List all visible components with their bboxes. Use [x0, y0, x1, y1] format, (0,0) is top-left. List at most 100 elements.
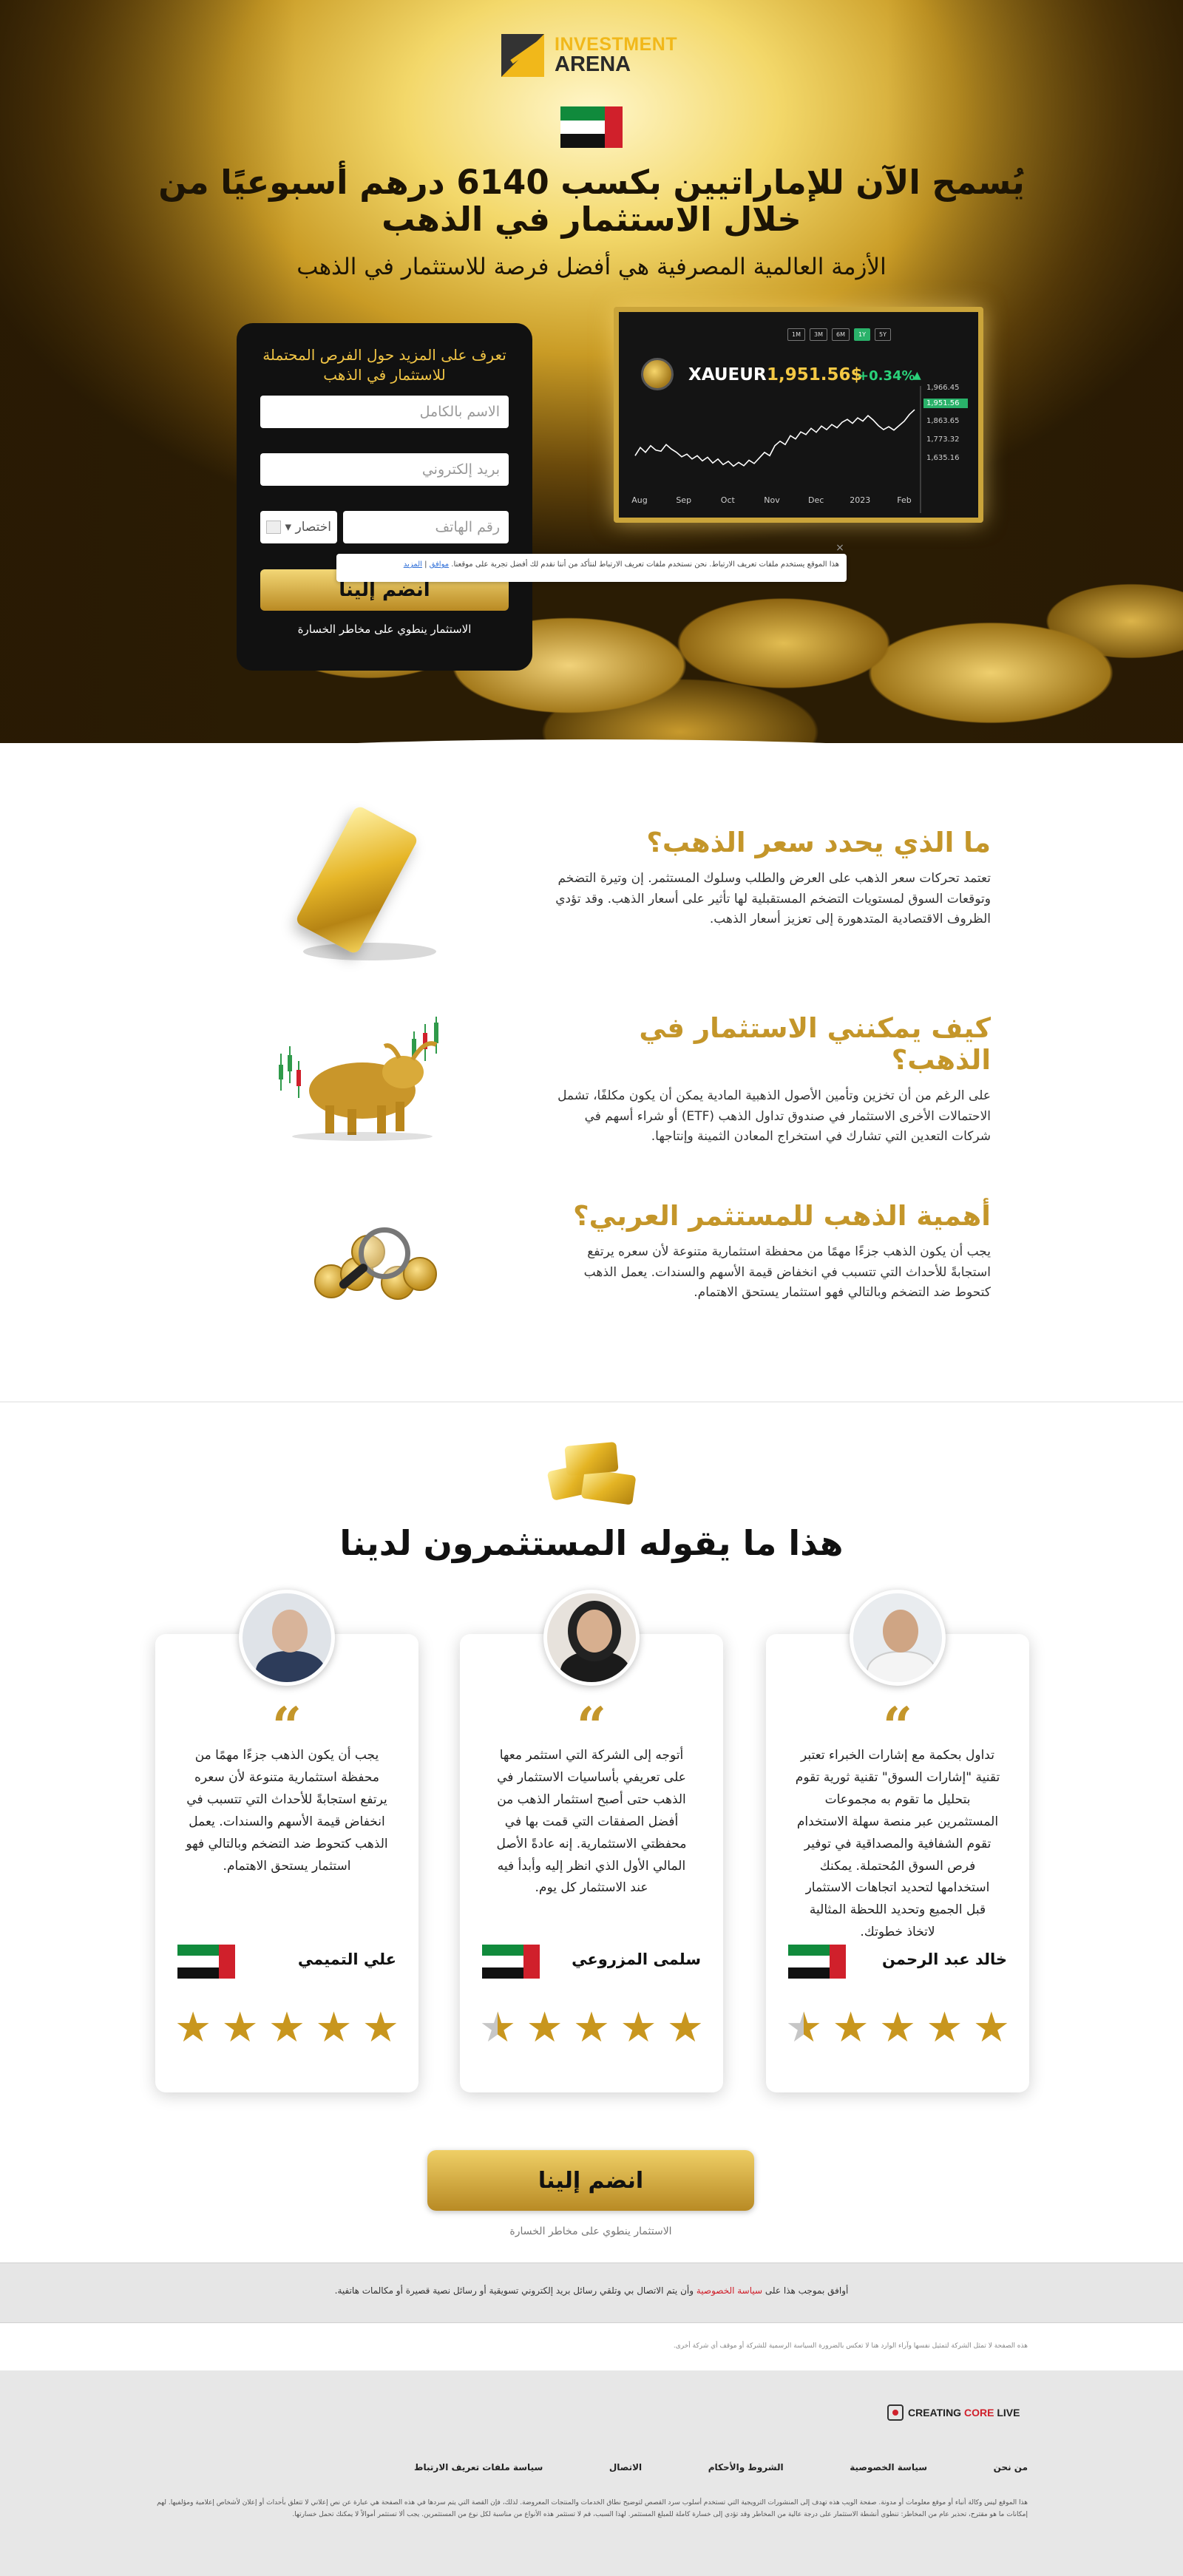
- info-body: يجب أن يكون الذهب جزءًا مهمًا من محفظة ا…: [583, 1244, 991, 1301]
- footer-links: من نحن سياسة الخصوصية الشروط والأحكام ال…: [414, 2462, 1028, 2472]
- price-series-line: [634, 409, 915, 467]
- y-tick-label: 1,966.45: [926, 384, 960, 392]
- gold-bars-icon: [542, 1437, 641, 1508]
- close-icon[interactable]: ×: [834, 542, 846, 554]
- y-tick-label: 1,635.16: [926, 454, 960, 462]
- star-icon: ★: [362, 2004, 399, 2052]
- site-logo[interactable]: INVESTMENT ARENA: [501, 33, 682, 78]
- star-icon: ★: [832, 2004, 870, 2052]
- testimonials-title: هذا ما يقوله المستثمرون لدينا: [339, 1523, 844, 1563]
- form-title: تعرف على المزيد حول الفرص المحتملة للاست…: [262, 346, 506, 384]
- cta-risk-note: الاستثمار ينطوي على مخاطر الخسارة: [509, 2226, 672, 2237]
- cta-join-button[interactable]: انضم إلينا: [427, 2150, 754, 2211]
- footer-link-privacy[interactable]: سياسة الخصوصية: [850, 2462, 927, 2472]
- info-heading: ما الذي يحدد سعر الذهب؟: [646, 827, 991, 858]
- consent-strip: أوافق بموجب هذا على سياسة الخصوصية وأن ي…: [0, 2263, 1183, 2323]
- half-star-icon: ★: [479, 2004, 517, 2052]
- x-tick-label: 2023: [850, 495, 870, 505]
- uae-flag-icon: [788, 1945, 846, 1982]
- footer-logo[interactable]: CREATING CORE LIVE: [887, 2402, 1028, 2424]
- avatar: [543, 1590, 640, 1686]
- footer-link-terms[interactable]: الشروط والأحكام: [708, 2462, 784, 2472]
- testimonial-name: خالد عبد الرحمن: [882, 1950, 1007, 1968]
- phone-input[interactable]: رقم الهاتف: [343, 511, 509, 543]
- cookie-more-link[interactable]: المزيد: [404, 560, 422, 569]
- email-input[interactable]: بريد إلكتروني: [260, 453, 509, 486]
- gold-coins-magnifier-image: [299, 1213, 440, 1309]
- privacy-policy-link[interactable]: سياسة الخصوصية: [696, 2285, 762, 2296]
- y-tick-label: 1,951.56: [926, 399, 960, 407]
- info-heading: كيف يمكنني الاستثمار في الذهب؟: [639, 1012, 991, 1076]
- cookie-notice: هذا الموقع يستخدم ملفات تعريف الارتباط. …: [336, 554, 847, 582]
- info-body: على الرغم من أن تخزين وتأمين الأصول الذه…: [557, 1088, 991, 1145]
- country-code-select[interactable]: ▾ اختصار: [260, 511, 337, 543]
- info-block: أهمية الذهب للمستثمر العربي؟ يجب أن يكون…: [547, 1200, 991, 1304]
- avatar: [239, 1590, 335, 1686]
- y-tick-label: 1,773.32: [926, 435, 960, 444]
- testimonial-card: “ تداول بحكمة مع إشارات الخبراء تعتبر تق…: [766, 1590, 1029, 2092]
- logo-chart-icon: [501, 34, 547, 77]
- footer-legal-text: هذا الموقع ليس وكالة أنباء أو موقع معلوم…: [157, 2499, 1028, 2518]
- hero-subtitle: الأزمة العالمية المصرفية هي أفضل فرصة لل…: [296, 254, 887, 280]
- price-line-chart: 1,966.45 1,951.56 1,863.65 1,773.32 1,635.16…: [631, 384, 968, 513]
- disclaimer-strip: هذه الصفحة لا تمثل الشركة لتمثيل نفسها و…: [0, 2323, 1183, 2370]
- logo-text: INVESTMENT ARENA: [555, 35, 677, 75]
- cookie-accept-link[interactable]: موافق: [430, 560, 449, 569]
- star-icon: ★: [572, 2004, 611, 2052]
- footer-logo-text: CREATING CORE LIVE: [908, 2407, 1020, 2419]
- x-tick-label: Nov: [764, 495, 780, 505]
- star-icon: ★: [926, 2004, 963, 2052]
- gold-bar-image: [294, 804, 436, 960]
- star-icon: ★: [315, 2004, 353, 2052]
- star-icon: ★: [268, 2004, 306, 2052]
- hero-title: يُسمح الآن للإماراتيين بكسب 6140 درهم أس…: [158, 163, 1025, 240]
- full-name-input[interactable]: الاسم بالكامل: [260, 396, 509, 428]
- country-flag-placeholder: [266, 521, 281, 534]
- testimonial-text: يجب أن يكون الذهب جزءًا مهمًا من محفظة ا…: [186, 1748, 388, 1874]
- footer-link-cookies[interactable]: سياسة ملفات تعريف الارتباط: [414, 2462, 543, 2472]
- testimonial-text: أتوجه إلى الشركة التي استثمر معها على تع…: [496, 1748, 687, 1896]
- star-rating: ★ ★ ★ ★ ★: [479, 2007, 704, 2049]
- testimonial-name: علي التميمي: [297, 1950, 396, 1968]
- star-icon: ★: [878, 2004, 917, 2052]
- testimonial-card: “ يجب أن يكون الذهب جزءًا مهمًا من محفظة…: [155, 1590, 418, 2092]
- form-risk-note: الاستثمار ينطوي على مخاطر الخسارة: [297, 623, 472, 636]
- gold-bull-image: [279, 1017, 438, 1141]
- x-tick-label: Aug: [631, 495, 647, 505]
- chevron-down-icon: ▾: [285, 520, 292, 535]
- logo-line-2: ARENA: [555, 52, 631, 76]
- disclaimer-text: هذه الصفحة لا تمثل الشركة لتمثيل نفسها و…: [673, 2342, 1028, 2350]
- cookie-text: هذا الموقع يستخدم ملفات تعريف الارتباط. …: [451, 560, 839, 569]
- star-rating: ★ ★ ★ ★ ★: [174, 2007, 399, 2049]
- info-body: تعتمد تحركات سعر الذهب على العرض والطلب …: [555, 871, 991, 927]
- testimonial-card: “ أتوجه إلى الشركة التي استثمر معها على …: [460, 1590, 723, 2092]
- uae-flag-icon: [177, 1945, 235, 1982]
- footer-link-about[interactable]: من نحن: [994, 2462, 1028, 2472]
- star-icon: ★: [174, 2004, 212, 2052]
- logo-icon: [887, 2404, 904, 2421]
- logo-line-1: INVESTMENT: [555, 34, 678, 55]
- avatar: [850, 1590, 946, 1686]
- gold-price-chart-card: 1M 3M 6M 1Y 5Y XAUEUR 1,951.56$ +0.34% ▲…: [614, 307, 983, 523]
- x-tick-label: Oct: [721, 495, 736, 505]
- star-icon: ★: [666, 2004, 704, 2052]
- y-tick-label: 1,863.65: [926, 417, 960, 425]
- footer-link-contact[interactable]: الاتصال: [609, 2462, 642, 2472]
- info-block: ما الذي يحدد سعر الذهب؟ تعتمد تحركات سعر…: [547, 827, 991, 930]
- uae-flag-icon: [482, 1945, 540, 1982]
- x-tick-label: Sep: [676, 495, 691, 505]
- star-icon: ★: [620, 2004, 657, 2052]
- lead-form-card: تعرف على المزيد حول الفرص المحتملة للاست…: [237, 323, 532, 671]
- star-icon: ★: [972, 2004, 1010, 2052]
- x-tick-label: Dec: [808, 495, 824, 505]
- info-heading: أهمية الذهب للمستثمر العربي؟: [573, 1200, 991, 1232]
- star-icon: ★: [526, 2004, 563, 2052]
- consent-text: أوافق بموجب هذا على سياسة الخصوصية وأن ي…: [334, 2285, 849, 2296]
- country-code-label: اختصار: [295, 520, 331, 535]
- x-tick-label: Feb: [897, 495, 911, 505]
- star-icon: ★: [221, 2004, 259, 2052]
- testimonial-text: تداول بحكمة مع إشارات الخبراء تعتبر تقني…: [795, 1748, 1000, 1940]
- uae-flag-icon: [560, 106, 623, 151]
- star-rating: ★ ★ ★ ★ ★: [785, 2007, 1010, 2049]
- info-block: كيف يمكنني الاستثمار في الذهب؟ على الرغم…: [547, 1012, 991, 1148]
